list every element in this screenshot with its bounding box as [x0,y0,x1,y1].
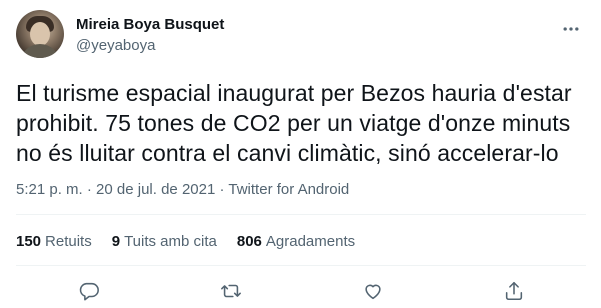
avatar-shoulders [20,44,60,58]
share-button[interactable] [503,280,527,304]
divider [16,214,586,215]
tweet-stats: 150 Retuits 9 Tuits amb cita 806 Agradament… [16,232,375,252]
retweets-count: 150 [16,233,42,250]
likes-count: 806 [236,233,262,250]
retweet-icon [221,284,241,298]
author-display-name[interactable]: Mireia Boya Busquet [76,16,224,34]
author-handle[interactable]: @yeyaboya [76,36,224,56]
quotes-stat[interactable]: 9 Tuits amb cita [112,232,217,252]
more-options-icon [563,27,579,31]
reply-button[interactable] [78,280,102,304]
meta-separator: · [82,181,97,198]
quotes-count: 9 [111,233,121,250]
tweet-text: El turisme espacial inaugurat per Bezos … [16,78,586,168]
avatar-face [30,22,50,46]
divider [16,265,586,266]
tweet-text-line: no és lluitar contra el canvi climàtic, … [16,140,559,166]
tweet-time[interactable]: 5:21 p. m. [16,181,83,198]
tweet-text-line: prohibit. 75 tones de CO2 per un viatge … [16,110,571,136]
tweet-actions [0,276,601,308]
avatar[interactable] [16,10,64,58]
tweet-date[interactable]: 20 de jul. de 2021 [96,181,215,198]
author-info: Mireia Boya Busquet @yeyaboya [76,16,224,56]
retweets-label: Retuits [45,233,92,250]
likes-label: Agradaments [265,233,356,250]
tweet-source[interactable]: Twitter for Android [228,181,349,198]
more-options-button[interactable] [556,14,586,44]
retweet-button[interactable] [220,280,244,304]
share-icon [505,281,523,301]
quotes-label: Tuits amb cita [124,233,217,250]
tweet-meta: 5:21 p. m. · 20 de jul. de 2021 · Twitte… [16,180,349,200]
tweet-text-line: El turisme espacial inaugurat per Bezos … [16,80,572,106]
retweets-stat[interactable]: 150 Retuits [16,232,92,252]
meta-separator: · [215,181,229,198]
like-button[interactable] [362,280,386,304]
heart-icon [365,284,381,300]
tweet-header: Mireia Boya Busquet @yeyaboya [16,10,586,62]
likes-stat[interactable]: 806 Agradaments [237,232,355,252]
tweet-card: Mireia Boya Busquet @yeyaboya El turisme… [0,0,601,308]
reply-icon [79,282,99,301]
